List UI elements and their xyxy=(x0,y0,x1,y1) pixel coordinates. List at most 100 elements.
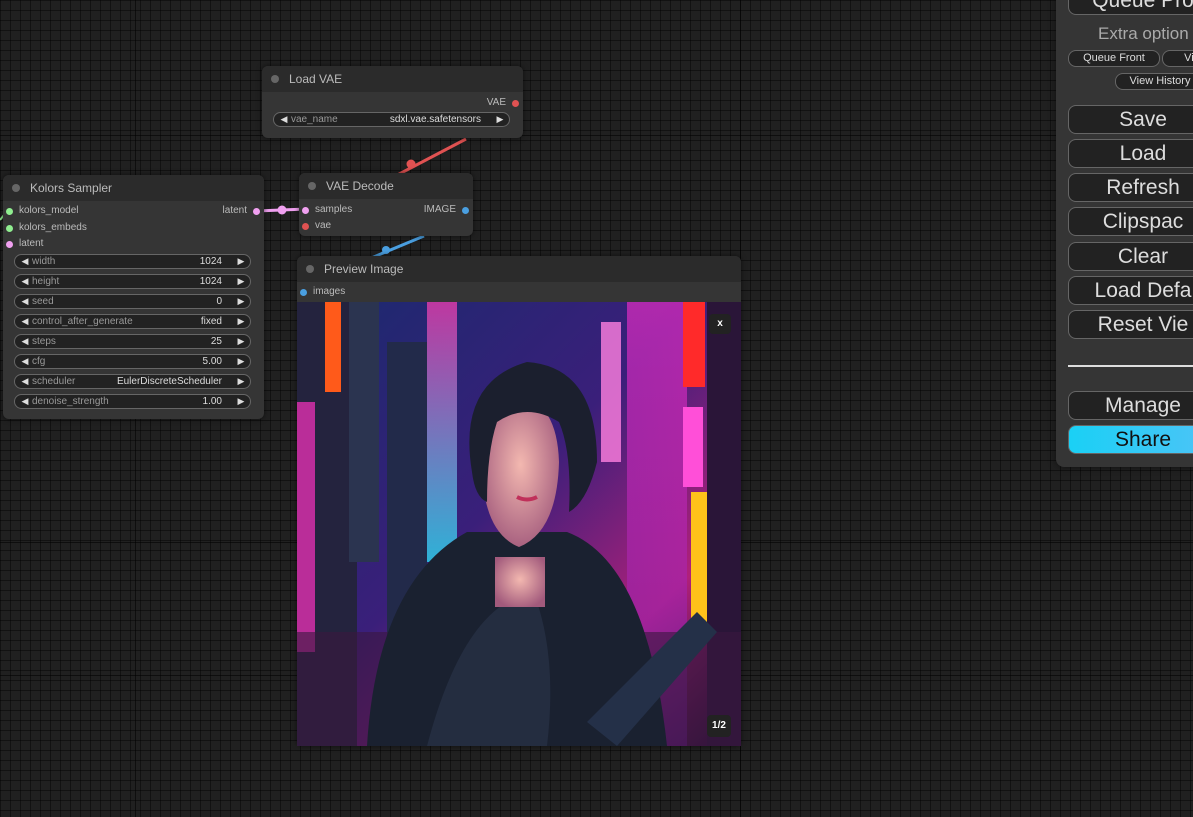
node-title-bar[interactable]: Preview Image xyxy=(297,256,741,282)
control-after-generate-widget[interactable]: ◀ control_after_generate fixed ▶ xyxy=(14,314,251,329)
load-button[interactable]: Load xyxy=(1068,139,1193,168)
left-arrow-icon[interactable]: ◀ xyxy=(279,114,289,125)
decrement-arrow-icon[interactable]: ◀ xyxy=(20,356,30,367)
steps-widget[interactable]: ◀ steps 25 ▶ xyxy=(14,334,251,349)
decrement-arrow-icon[interactable]: ◀ xyxy=(20,296,30,307)
input-dot-icon[interactable] xyxy=(302,223,309,230)
cyberpunk-city-image xyxy=(297,302,741,746)
collapse-dot-icon[interactable] xyxy=(306,265,314,273)
input-slot-vae[interactable]: vae xyxy=(302,219,332,233)
denoise-strength-widget[interactable]: ◀ denoise_strength 1.00 ▶ xyxy=(14,394,251,409)
vae-decode-node[interactable]: VAE Decode samples vae IMAGE xyxy=(299,173,473,236)
slot-label: kolors_model xyxy=(19,205,79,216)
widget-value: 25 xyxy=(210,336,222,347)
decrement-arrow-icon[interactable]: ◀ xyxy=(20,336,30,347)
input-slot-kolors-model[interactable]: kolors_model xyxy=(6,204,79,218)
widget-name: control_after_generate xyxy=(32,316,133,327)
input-slot-samples[interactable]: samples xyxy=(302,203,353,217)
clear-button[interactable]: Clear xyxy=(1068,242,1193,271)
kolors-sampler-node[interactable]: Kolors Sampler kolors_model kolors_embed… xyxy=(3,175,264,419)
input-slot-latent[interactable]: latent xyxy=(6,237,44,251)
widget-value: 1024 xyxy=(199,276,222,287)
widget-value: 1.00 xyxy=(202,396,222,407)
decrement-arrow-icon[interactable]: ◀ xyxy=(20,396,30,407)
increment-arrow-icon[interactable]: ▶ xyxy=(236,296,246,307)
cfg-widget[interactable]: ◀ cfg 5.00 ▶ xyxy=(14,354,251,369)
increment-arrow-icon[interactable]: ▶ xyxy=(236,276,246,287)
view-history-button[interactable]: View History xyxy=(1115,73,1193,90)
image-link-midpoint[interactable] xyxy=(382,246,390,254)
vae-link-midpoint[interactable] xyxy=(406,159,416,169)
input-dot-icon[interactable] xyxy=(6,208,13,215)
height-widget[interactable]: ◀ height 1024 ▶ xyxy=(14,274,251,289)
view-queue-button[interactable]: Vie xyxy=(1162,50,1193,67)
width-widget[interactable]: ◀ width 1024 ▶ xyxy=(14,254,251,269)
widget-value: sdxl.vae.safetensors xyxy=(389,114,481,125)
increment-arrow-icon[interactable]: ▶ xyxy=(236,316,246,327)
right-arrow-icon[interactable]: ▶ xyxy=(495,114,505,125)
increment-arrow-icon[interactable]: ▶ xyxy=(236,376,246,387)
node-title: VAE Decode xyxy=(326,179,394,193)
decrement-arrow-icon[interactable]: ◀ xyxy=(20,276,30,287)
widget-value: fixed xyxy=(200,316,222,327)
increment-arrow-icon[interactable]: ▶ xyxy=(236,396,246,407)
decrement-arrow-icon[interactable]: ◀ xyxy=(20,256,30,267)
output-dot-icon[interactable] xyxy=(512,100,519,107)
clipspace-button[interactable]: Clipspac xyxy=(1068,207,1193,236)
slot-label: samples xyxy=(315,204,353,215)
increment-arrow-icon[interactable]: ▶ xyxy=(236,356,246,367)
generated-image-preview[interactable]: x 1/2 xyxy=(297,302,741,746)
widget-name: seed xyxy=(32,296,54,307)
widget-name: vae_name xyxy=(291,114,338,125)
input-dot-icon[interactable] xyxy=(6,225,13,232)
widget-value: 1024 xyxy=(199,256,222,267)
vae-name-combo[interactable]: ◀ vae_name sdxl.vae.safetensors ▶ xyxy=(273,112,510,127)
seed-widget[interactable]: ◀ seed 0 ▶ xyxy=(14,294,251,309)
node-title-bar[interactable]: Kolors Sampler xyxy=(3,175,264,201)
collapse-dot-icon[interactable] xyxy=(271,75,279,83)
slot-label: vae xyxy=(315,220,332,231)
increment-arrow-icon[interactable]: ▶ xyxy=(236,336,246,347)
slot-label: kolors_embeds xyxy=(19,222,87,233)
output-dot-icon[interactable] xyxy=(253,208,260,215)
output-slot-latent[interactable]: latent xyxy=(223,204,260,218)
save-button[interactable]: Save xyxy=(1068,105,1193,134)
output-slot-vae[interactable]: VAE xyxy=(486,96,519,110)
decrement-arrow-icon[interactable]: ◀ xyxy=(20,376,30,387)
input-slot-images[interactable]: images xyxy=(300,285,346,299)
input-dot-icon[interactable] xyxy=(6,241,13,248)
extra-options-label: Extra option xyxy=(1098,24,1189,43)
close-preview-button[interactable]: x xyxy=(709,314,731,334)
widget-name: height xyxy=(32,276,60,287)
widget-name: cfg xyxy=(32,356,46,367)
slot-label: images xyxy=(313,286,346,297)
latent-link-midpoint[interactable] xyxy=(277,205,287,215)
node-title-bar[interactable]: Load VAE xyxy=(262,66,523,92)
image-page-counter[interactable]: 1/2 xyxy=(707,715,731,737)
output-slot-image[interactable]: IMAGE xyxy=(423,203,469,217)
share-button[interactable]: Share xyxy=(1068,425,1193,454)
output-dot-icon[interactable] xyxy=(462,207,469,214)
node-title-bar[interactable]: VAE Decode xyxy=(299,173,473,199)
slot-label: IMAGE xyxy=(423,204,456,215)
input-slot-kolors-embeds[interactable]: kolors_embeds xyxy=(6,221,87,235)
input-dot-icon[interactable] xyxy=(302,207,309,214)
slot-label: VAE xyxy=(486,97,506,108)
manager-button[interactable]: Manage xyxy=(1068,391,1193,420)
widget-name: steps xyxy=(32,336,56,347)
load-default-button[interactable]: Load Defa xyxy=(1068,276,1193,305)
input-dot-icon[interactable] xyxy=(300,289,307,296)
decrement-arrow-icon[interactable]: ◀ xyxy=(20,316,30,327)
widget-name: width xyxy=(32,256,56,267)
scheduler-widget[interactable]: ◀ scheduler EulerDiscreteScheduler ▶ xyxy=(14,374,251,389)
increment-arrow-icon[interactable]: ▶ xyxy=(236,256,246,267)
load-vae-node[interactable]: Load VAE VAE ◀ vae_name sdxl.vae.safeten… xyxy=(262,66,523,138)
queue-front-button[interactable]: Queue Front xyxy=(1068,50,1160,67)
collapse-dot-icon[interactable] xyxy=(308,182,316,190)
refresh-button[interactable]: Refresh xyxy=(1068,173,1193,202)
node-title: Preview Image xyxy=(324,262,404,276)
slot-label: latent xyxy=(19,238,44,249)
collapse-dot-icon[interactable] xyxy=(12,184,20,192)
reset-view-button[interactable]: Reset Vie xyxy=(1068,310,1193,339)
queue-prompt-button[interactable]: Queue Pro xyxy=(1068,0,1193,15)
